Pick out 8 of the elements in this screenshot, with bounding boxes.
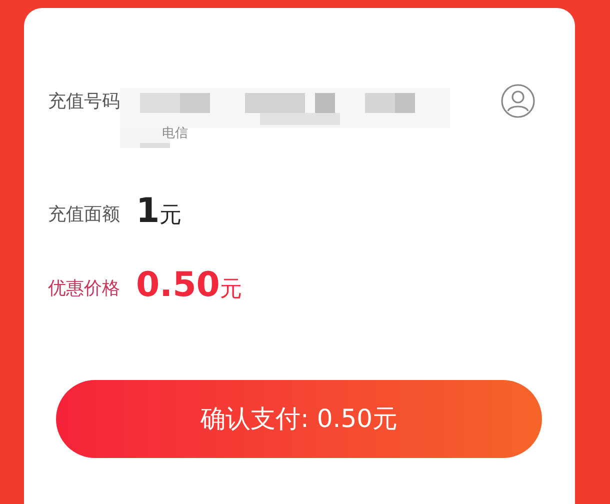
user-icon[interactable] (501, 84, 535, 118)
field-label: 优惠价格 (48, 277, 120, 301)
field-label: 充值面额 (48, 203, 120, 227)
pay-button[interactable]: 确认支付: 0.50元 (56, 380, 542, 458)
face-value: 1元 (136, 194, 182, 228)
discount-price: 0.50元 (136, 268, 242, 302)
carrier-text: 电信 (161, 125, 189, 143)
field-label: 充值号码 (48, 90, 120, 114)
